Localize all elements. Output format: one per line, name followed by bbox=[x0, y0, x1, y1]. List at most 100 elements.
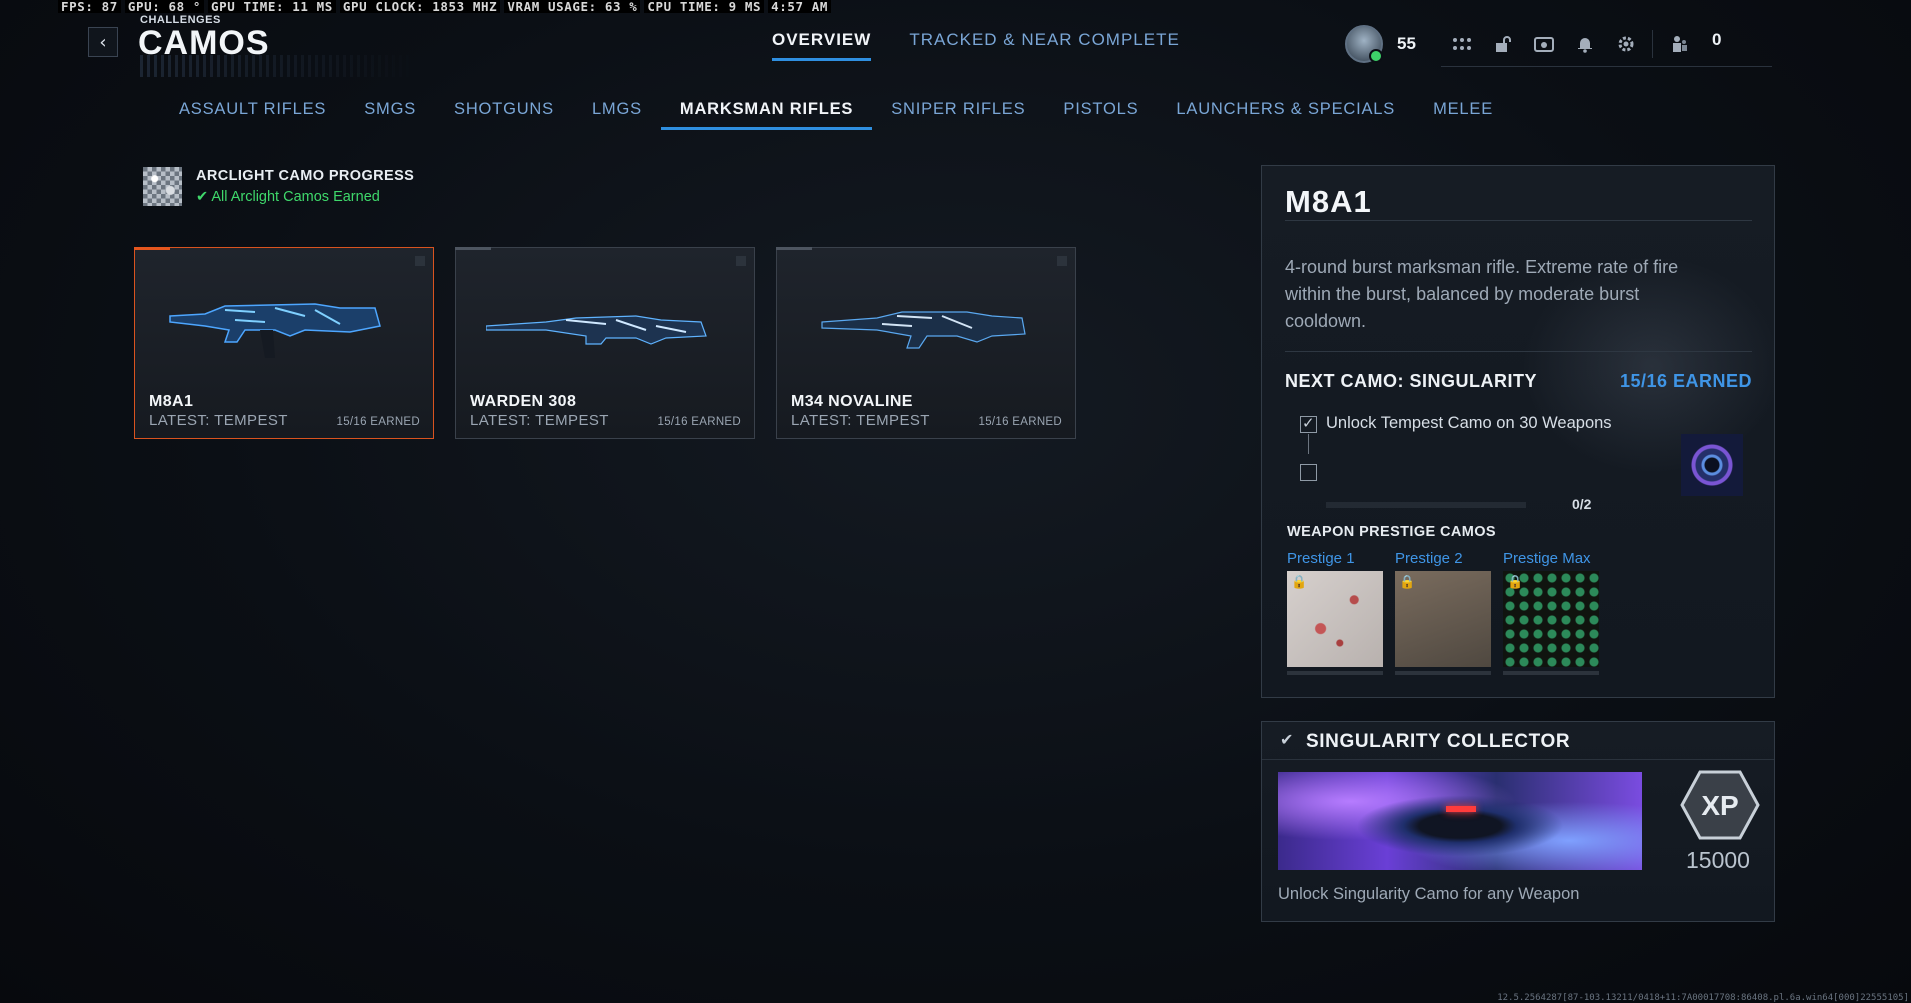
collector-reward-image bbox=[1278, 772, 1642, 870]
hud-divider bbox=[1652, 30, 1653, 58]
weapon-image-m34-novaline bbox=[821, 311, 1026, 349]
lock-icon: 🔒 bbox=[1399, 575, 1416, 590]
collector-description: Unlock Singularity Camo for any Weapon bbox=[1278, 885, 1580, 903]
tab-assault-rifles[interactable]: ASSAULT RIFLES bbox=[179, 100, 345, 130]
weapon-card-list: M8A1 LATEST: TEMPEST 15/16 EARNED WARDEN… bbox=[134, 247, 1076, 439]
pin-icon[interactable] bbox=[736, 256, 746, 266]
xp-badge-label: XP bbox=[1701, 790, 1738, 821]
gpu-clock-readout: GPU CLOCK: 1853 MHZ bbox=[339, 0, 501, 13]
avatar[interactable] bbox=[1345, 24, 1383, 63]
vram-readout: VRAM USAGE: 63 % bbox=[504, 0, 641, 13]
prestige-label: Prestige Max bbox=[1503, 550, 1591, 567]
tab-smgs[interactable]: SMGS bbox=[345, 100, 435, 130]
challenge-checkbox-complete bbox=[1300, 414, 1317, 433]
weapon-earned-count: 15/16 EARNED bbox=[657, 416, 741, 428]
singularity-camo-thumbnail[interactable] bbox=[1681, 434, 1743, 496]
player-level: 55 bbox=[1397, 33, 1416, 53]
tab-marksman-rifles[interactable]: MARKSMAN RIFLES bbox=[660, 100, 873, 130]
tab-tracked-near-complete[interactable]: TRACKED & NEAR COMPLETE bbox=[909, 30, 1180, 61]
tab-launchers-specials[interactable]: LAUNCHERS & SPECIALS bbox=[1157, 100, 1414, 130]
chevron-left-icon: ‹ bbox=[99, 31, 107, 53]
lock-open-icon[interactable] bbox=[1482, 30, 1523, 58]
tab-melee[interactable]: MELEE bbox=[1414, 100, 1512, 130]
prestige-progress-bar bbox=[1395, 671, 1491, 675]
prestige-camo-image: 🔒 bbox=[1287, 571, 1383, 667]
weapon-name: WARDEN 308 bbox=[470, 393, 577, 410]
weapon-card-m34-novaline[interactable]: M34 NOVALINE LATEST: TEMPEST 15/16 EARNE… bbox=[776, 247, 1076, 439]
weapon-name: M8A1 bbox=[149, 393, 194, 410]
performance-overlay: FPS: 87 GPU: 68 ° GPU TIME: 11 MS GPU CL… bbox=[58, 0, 831, 13]
challenge-progress-count: 0/2 bbox=[1572, 496, 1592, 512]
arclight-status-text: All Arclight Camos Earned bbox=[211, 189, 380, 205]
arclight-camo-thumbnail bbox=[143, 167, 182, 206]
prestige-progress-bar bbox=[1503, 671, 1599, 675]
divider bbox=[1285, 351, 1752, 352]
prestige-camo-max[interactable]: Prestige Max 🔒 bbox=[1503, 550, 1599, 675]
arclight-progress-status: ✔ All Arclight Camos Earned bbox=[196, 189, 414, 205]
party-icon[interactable] bbox=[1659, 30, 1700, 58]
weapon-image-warden-308 bbox=[486, 315, 707, 345]
weapon-image-m8a1 bbox=[169, 303, 381, 358]
challenge-checkbox-pending bbox=[1300, 464, 1317, 481]
gpu-time-readout: GPU TIME: 11 MS bbox=[208, 0, 336, 13]
challenge-progress-bar bbox=[1326, 502, 1526, 508]
prestige-camo-image: 🔒 bbox=[1395, 571, 1491, 667]
challenge-connector bbox=[1308, 434, 1309, 454]
collector-title: SINGULARITY COLLECTOR bbox=[1306, 731, 1571, 752]
build-info: 12.5.2564287[87-103.13211/0418+11:7A0001… bbox=[1497, 993, 1909, 1003]
card-progress-notch bbox=[776, 247, 812, 250]
apps-icon[interactable] bbox=[1441, 30, 1482, 58]
detail-description: 4-round burst marksman rifle. Extreme ra… bbox=[1285, 257, 1679, 331]
arclight-progress-title: ARCLIGHT CAMO PROGRESS bbox=[196, 168, 415, 184]
hud-icon-bar: 0 bbox=[1441, 30, 1772, 67]
gpu-temp-readout: GPU: 68 ° bbox=[124, 0, 205, 13]
tab-sniper-rifles[interactable]: SNIPER RIFLES bbox=[872, 100, 1044, 130]
arclight-progress: ARCLIGHT CAMO PROGRESS ✔ All Arclight Ca… bbox=[143, 167, 414, 206]
weapon-latest-camo: LATEST: TEMPEST bbox=[470, 412, 609, 429]
prestige-progress-bar bbox=[1287, 671, 1383, 675]
weapon-category-tabs: ASSAULT RIFLES SMGS SHOTGUNS LMGS MARKSM… bbox=[179, 100, 1512, 130]
prestige-camos-heading: WEAPON PRESTIGE CAMOS bbox=[1287, 524, 1496, 540]
weapon-earned-count: 15/16 EARNED bbox=[978, 416, 1062, 428]
pin-icon[interactable] bbox=[1057, 256, 1067, 266]
weapon-card-warden-308[interactable]: WARDEN 308 LATEST: TEMPEST 15/16 EARNED bbox=[455, 247, 755, 439]
xp-badge-icon: XP bbox=[1680, 770, 1760, 840]
weapon-latest-camo: LATEST: TEMPEST bbox=[791, 412, 930, 429]
camera-icon[interactable] bbox=[1523, 30, 1564, 58]
tab-shotguns[interactable]: SHOTGUNS bbox=[435, 100, 573, 130]
bell-icon[interactable] bbox=[1564, 30, 1605, 58]
pin-icon[interactable] bbox=[415, 256, 425, 266]
card-progress-notch bbox=[134, 247, 170, 250]
divider bbox=[1285, 220, 1752, 221]
card-progress-notch bbox=[455, 247, 491, 250]
next-camo-earned: 15/16 EARNED bbox=[1619, 371, 1752, 391]
check-icon: ✔ bbox=[196, 189, 209, 205]
xp-reward-value: 15000 bbox=[1686, 847, 1750, 873]
weapon-earned-count: 15/16 EARNED bbox=[336, 416, 420, 428]
fps-readout: FPS: 87 bbox=[58, 0, 121, 13]
back-button[interactable]: ‹ bbox=[88, 27, 118, 57]
prestige-camo-image: 🔒 bbox=[1503, 571, 1599, 667]
tab-lmgs[interactable]: LMGS bbox=[573, 100, 661, 130]
top-tabs: OVERVIEW TRACKED & NEAR COMPLETE bbox=[772, 30, 1180, 61]
gear-icon[interactable] bbox=[1605, 30, 1646, 58]
party-count: 0 bbox=[1712, 30, 1722, 49]
prestige-label: Prestige 1 bbox=[1287, 550, 1355, 567]
detail-weapon-title: M8A1 bbox=[1285, 184, 1372, 219]
clock-readout: 4:57 AM bbox=[768, 0, 831, 13]
weapon-name: M34 NOVALINE bbox=[791, 393, 913, 410]
prestige-camo-1[interactable]: Prestige 1 🔒 bbox=[1287, 550, 1383, 675]
challenge-text: Unlock Tempest Camo on 30 Weapons bbox=[1326, 414, 1612, 432]
lock-icon: 🔒 bbox=[1507, 575, 1524, 590]
weapon-latest-camo: LATEST: TEMPEST bbox=[149, 412, 288, 429]
lock-icon: 🔒 bbox=[1291, 575, 1308, 590]
weapon-card-m8a1[interactable]: M8A1 LATEST: TEMPEST 15/16 EARNED bbox=[134, 247, 434, 439]
prestige-label: Prestige 2 bbox=[1395, 550, 1463, 567]
prestige-camo-2[interactable]: Prestige 2 🔒 bbox=[1395, 550, 1491, 675]
tab-overview[interactable]: OVERVIEW bbox=[772, 30, 872, 61]
collector-header: ✔ SINGULARITY COLLECTOR bbox=[1262, 722, 1774, 760]
check-icon: ✔ bbox=[1280, 730, 1294, 749]
player-hud: 55 0 bbox=[1345, 20, 1772, 67]
next-camo-label: NEXT CAMO: SINGULARITY bbox=[1285, 371, 1537, 391]
tab-pistols[interactable]: PISTOLS bbox=[1044, 100, 1157, 130]
